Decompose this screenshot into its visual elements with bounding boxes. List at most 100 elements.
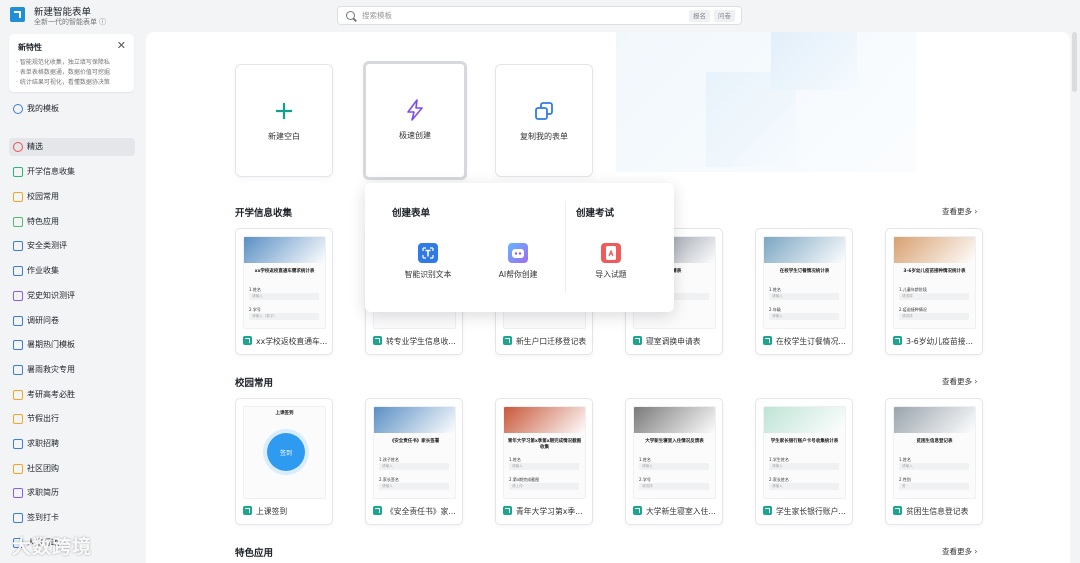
sidebar-item-12[interactable]: 节假出行 bbox=[9, 410, 135, 428]
thumbnail-title: 在校学生订餐情况统计表 bbox=[779, 269, 830, 274]
sidebar-item-16[interactable]: 签到打卡 bbox=[9, 509, 135, 527]
copy-form-card[interactable]: 复制我的表单 bbox=[495, 64, 593, 177]
sidebar-item-label: 校园常用 bbox=[27, 192, 59, 201]
sidebar-item-label: 安全类测评 bbox=[27, 241, 67, 250]
template-card[interactable]: 3-6岁幼儿疫苗接种情况统计表 1.儿童年龄阶段 请选择 2.疫苗接种情况 请选择 3-6… bbox=[885, 228, 983, 355]
sidebar-item-label: 特色应用 bbox=[27, 217, 59, 226]
thumbnail-title: 贫困生信息登记表 bbox=[916, 439, 953, 444]
sidebar-item-11[interactable]: 考研高考必胜 bbox=[9, 386, 135, 404]
sidebar-item-label: 签到打卡 bbox=[27, 513, 59, 522]
ai-create-button[interactable]: AI帮你创建 bbox=[483, 243, 553, 283]
template-card[interactable]: xx学校返校直通车需求统计表 1.姓名 请输入 2.学号 请输入（数字） xx学校返校直通… bbox=[235, 228, 333, 355]
thumbnail-title: 《安全责任书》家长签署 bbox=[389, 439, 440, 444]
thumbnail-hint: 请选择 bbox=[902, 294, 913, 298]
sidebar-item-7[interactable]: 党史知识测评 bbox=[9, 287, 135, 305]
thumbnail-hint: 请输入 bbox=[642, 464, 653, 468]
form-template-icon bbox=[763, 506, 772, 515]
thumbnail-hint: 请选择 bbox=[902, 314, 913, 318]
template-card[interactable]: 上课签到 签到 上课签到 bbox=[235, 398, 333, 525]
template-card[interactable]: 贫困生信息登记表 1.姓名 请输入 2.性别男贫困生信息登记表 bbox=[885, 398, 983, 525]
template-card[interactable]: 大学新生寝室入住情况反馈表 1.姓名 请输入 2.学号 请选择 大学新生寝室入住... bbox=[625, 398, 723, 525]
sidebar-item-0[interactable]: 我的模板 bbox=[9, 100, 135, 118]
search-input[interactable]: 搜索模板 bbox=[362, 10, 392, 21]
view-more-link[interactable]: 查看更多 › bbox=[942, 206, 977, 217]
airplane-icon bbox=[13, 414, 23, 424]
form-template-icon bbox=[503, 336, 512, 345]
sidebar-item-6[interactable]: 作业收集 bbox=[9, 262, 135, 280]
quick-create-popup: 创建表单 创建考试 智能识别文本 AI帮你创建 导入试题 bbox=[365, 183, 674, 312]
section-title: 特色应用 bbox=[235, 548, 274, 559]
thumbnail-hint: 请输入 bbox=[902, 464, 913, 468]
sidebar-item-15[interactable]: 求职简历 bbox=[9, 484, 135, 502]
sidebar-item-label: 调研问卷 bbox=[27, 316, 59, 325]
book-icon bbox=[13, 266, 23, 276]
thumbnail-image bbox=[634, 407, 715, 433]
sidebar-item-label: 暑雨救灾专用 bbox=[27, 365, 75, 374]
form-template-icon bbox=[633, 336, 642, 345]
form-template-icon bbox=[243, 336, 252, 345]
graduation-cap-icon bbox=[13, 192, 23, 202]
thumbnail-hint: 男 bbox=[902, 484, 906, 488]
thumbnail-hint: 请输入 bbox=[512, 464, 523, 468]
text-recognition-label: 智能识别文本 bbox=[404, 270, 452, 279]
thumbnail-hint: 请输入 bbox=[382, 464, 393, 468]
search-chip-survey[interactable]: 问卷 bbox=[714, 10, 735, 22]
signin-button-label: 签到 bbox=[279, 449, 292, 457]
signin-button: 签到 bbox=[267, 433, 305, 471]
template-name: 新生户口迁移登记表 bbox=[516, 337, 587, 346]
ai-create-label: AI帮你创建 bbox=[498, 270, 538, 279]
document-icon bbox=[13, 291, 23, 301]
create-blank-card[interactable]: 新建空白 bbox=[235, 64, 333, 177]
lightning-icon bbox=[405, 99, 425, 121]
sidebar-item-label: 暑期热门模板 bbox=[27, 340, 75, 349]
sidebar-item-1[interactable]: 精选 bbox=[9, 138, 135, 156]
quick-create-card[interactable]: 极速创建 bbox=[363, 61, 467, 180]
sidebar-item-label: 作业收集 bbox=[27, 266, 59, 275]
copy-icon bbox=[534, 100, 554, 122]
thumbnail-hint: 请输入 bbox=[772, 484, 783, 488]
sidebar-item-10[interactable]: 暑雨救灾专用 bbox=[9, 361, 135, 379]
sidebar-item-8[interactable]: 调研问卷 bbox=[9, 312, 135, 330]
text-recognition-button[interactable]: 智能识别文本 bbox=[393, 243, 463, 283]
100-icon bbox=[13, 390, 23, 400]
thumbnail-title: 青年大学习第x季第x期完成情况截图收集 bbox=[507, 439, 582, 450]
grid-icon bbox=[13, 464, 23, 474]
template-card[interactable]: 《安全责任书》家长签署 1.孩子姓名 请输入 2.家长签名 请输入 《安全责任书》家... bbox=[365, 398, 463, 525]
scrollbar[interactable] bbox=[1072, 32, 1077, 92]
sidebar-item-9[interactable]: 暑期热门模板 bbox=[9, 336, 135, 354]
app-title: 新建智能表单 bbox=[34, 7, 92, 18]
template-card[interactable]: 青年大学习第x季第x期完成情况截图收集 1.姓名 请输入 2.第x期完成截图 请上传 青年… bbox=[495, 398, 593, 525]
search-bar[interactable]: 搜索模板 报名 问卷 bbox=[337, 6, 742, 25]
sidebar-item-3[interactable]: 校园常用 bbox=[9, 188, 135, 206]
sidebar-item-label: 我的模板 bbox=[27, 104, 59, 113]
notice-line: · 智能规范化收集，独立填写保障私 bbox=[16, 59, 110, 66]
view-more-link[interactable]: 查看更多 › bbox=[942, 376, 977, 387]
close-icon[interactable]: ✕ bbox=[117, 39, 126, 52]
template-thumbnail: 《安全责任书》家长签署 1.孩子姓名 请输入 2.家长签名 请输入 bbox=[373, 406, 456, 499]
create-blank-label: 新建空白 bbox=[268, 132, 300, 141]
sidebar-item-4[interactable]: 特色应用 bbox=[9, 213, 135, 231]
thumbnail-hint: 请选择 bbox=[642, 484, 653, 488]
search-chip-signup[interactable]: 报名 bbox=[689, 10, 710, 22]
notice-line: · 表单表格数据通，数据价值可挖掘 bbox=[16, 69, 110, 76]
view-more-link[interactable]: 查看更多 › bbox=[942, 546, 977, 557]
section-title: 校园常用 bbox=[235, 378, 274, 389]
survey-icon bbox=[13, 316, 23, 326]
sidebar-item-label: 节假出行 bbox=[27, 414, 59, 423]
sidebar-item-2[interactable]: 开学信息收集 bbox=[9, 163, 135, 181]
template-name: xx学校返校直通车... bbox=[256, 337, 328, 346]
create-exam-heading: 创建考试 bbox=[576, 208, 615, 219]
sidebar-item-5[interactable]: 安全类测评 bbox=[9, 237, 135, 255]
sidebar-item-13[interactable]: 求职招聘 bbox=[9, 435, 135, 453]
top-bar: 新建智能表单 全新一代的智能表单 ⓘ 搜索模板 报名 问卷 bbox=[0, 0, 1080, 32]
import-exam-button[interactable]: 导入试题 bbox=[576, 243, 646, 283]
import-exam-label: 导入试题 bbox=[595, 270, 627, 279]
sidebar-item-label: 求职简历 bbox=[27, 488, 59, 497]
template-card[interactable]: 学生家长银行账户卡号收集统计表 1.学生姓名 请输入 2.家长姓名 请输入 学生家长银行账… bbox=[755, 398, 853, 525]
search-icon bbox=[346, 11, 355, 20]
resume-icon bbox=[13, 488, 23, 498]
template-card[interactable]: 在校学生订餐情况统计表 1.姓名 请输入 2.年级 请输入 在校学生订餐情况... bbox=[755, 228, 853, 355]
sidebar-item-14[interactable]: 社区团购 bbox=[9, 460, 135, 478]
template-thumbnail: 贫困生信息登记表 1.姓名 请输入 2.性别男 bbox=[893, 406, 976, 499]
template-name: 转专业学生信息收... bbox=[386, 337, 456, 346]
